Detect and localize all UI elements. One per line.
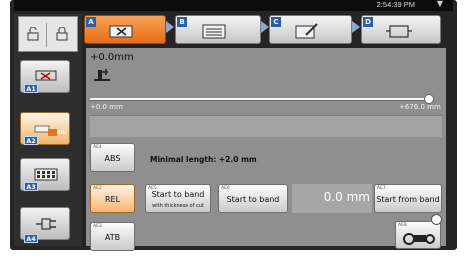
range-max-label: +676.0 mm <box>399 103 441 111</box>
tab-letter: D <box>363 17 373 27</box>
button-tag: AE2 <box>93 186 102 191</box>
main-panel <box>86 48 446 246</box>
info-bar <box>90 115 442 137</box>
position-track[interactable] <box>90 98 434 101</box>
button-label: Start from band <box>376 195 440 204</box>
unlocked-padlock-icon <box>27 27 39 41</box>
tab-letter: A <box>86 17 96 27</box>
tab-c[interactable]: C <box>269 15 352 44</box>
button-tag: AE4 <box>93 145 102 150</box>
tab-letter: B <box>177 17 187 27</box>
button-label: ABS <box>104 154 121 163</box>
tab-arrow <box>166 21 174 33</box>
minimal-length-text: Minimal length: +2.0 mm <box>150 155 257 164</box>
cycle-icon <box>386 25 412 38</box>
button-label: Start to band <box>226 195 280 204</box>
corner-indicator <box>431 214 442 225</box>
list-icon <box>202 24 226 39</box>
button-tag: AE7 <box>377 186 386 191</box>
start-from-band-button[interactable]: AE7 Start from band <box>374 184 442 213</box>
tab-b[interactable]: B <box>175 15 261 44</box>
saw-cut-icon <box>35 70 57 81</box>
distance-value: 0.0 mm <box>323 190 370 204</box>
side-tag-a4: A4 <box>24 234 38 243</box>
abs-button[interactable]: AE4 ABS <box>90 143 135 172</box>
position-value: +0.0mm <box>90 52 134 63</box>
chevron-down-icon[interactable]: ▼ <box>437 0 443 8</box>
connector-icon <box>36 218 56 230</box>
side-tag-a1: A1 <box>24 84 38 93</box>
start-to-band-button[interactable]: AE6 Start to band <box>218 184 288 213</box>
rel-button[interactable]: AE2 REL <box>90 184 135 213</box>
tab-d[interactable]: D <box>361 15 441 44</box>
edit-icon <box>295 23 318 39</box>
tab-arrow <box>261 21 269 33</box>
keypad-icon <box>34 168 58 181</box>
button-sublabel: with thickness of cut <box>152 203 204 209</box>
saw-machine-button[interactable]: AE8 <box>395 221 441 249</box>
button-tag: AE6 <box>221 186 230 191</box>
atb-button[interactable]: AE3 ATB <box>90 222 135 251</box>
material-bar-icon <box>34 125 57 136</box>
divider <box>46 23 47 47</box>
clamp-icon <box>94 69 110 81</box>
range-min-label: +0.0 mm <box>90 103 123 111</box>
side-tag-a3: A3 <box>24 182 38 191</box>
button-tag: AE8 <box>398 223 407 228</box>
button-label: Start to band <box>151 190 205 199</box>
material-badge: Alu <box>57 130 67 136</box>
button-label: REL <box>104 195 121 204</box>
start-to-band-thickness-button[interactable]: AE5 Start to band with thickness of cut <box>145 184 211 213</box>
tab-arrow <box>352 21 360 33</box>
side-tag-a2: A2 <box>24 136 38 145</box>
button-label: ATB <box>104 233 121 242</box>
clock: 2:54:39 PM <box>376 0 415 9</box>
tab-a[interactable]: A <box>84 15 166 44</box>
lock-toggle[interactable] <box>18 16 78 52</box>
saw-machine-icon <box>403 233 435 245</box>
locked-padlock-icon <box>56 27 68 41</box>
distance-value-box[interactable]: 0.0 mm <box>292 184 372 213</box>
tab-letter: C <box>271 17 281 27</box>
saw-cut-icon <box>109 25 133 38</box>
button-tag: AE3 <box>93 224 102 229</box>
